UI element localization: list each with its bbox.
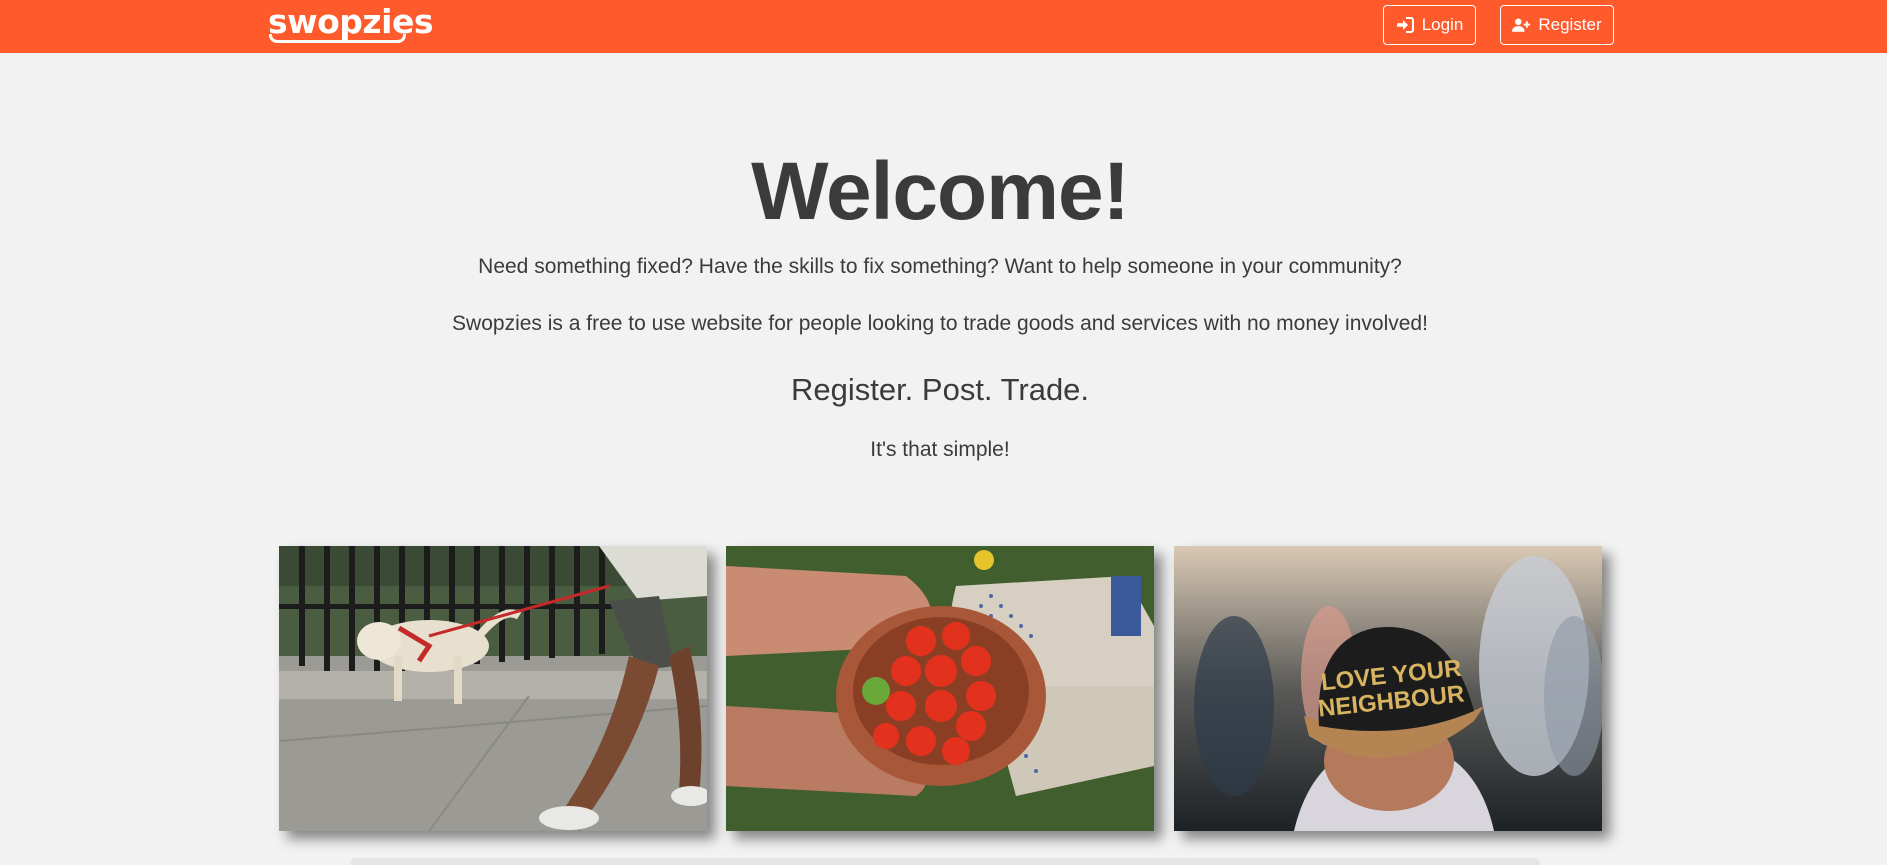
logo-smile-underline <box>269 34 406 43</box>
register-button[interactable]: Register <box>1500 5 1614 45</box>
intro-question-text: Need something fixed? Have the skills to… <box>478 255 1402 278</box>
login-button[interactable]: Login <box>1383 5 1476 45</box>
tomatoes-bowl-photo <box>726 546 1154 831</box>
content-card-edge <box>350 858 1540 865</box>
love-your-neighbour-photo: LOVE YOUR NEIGHBOUR <box>1174 546 1602 831</box>
user-plus-icon <box>1512 17 1531 33</box>
top-navbar: swopzies Login Register <box>0 0 1887 53</box>
slogan-text: Register. Post. Trade. <box>790 372 1090 407</box>
register-label: Register <box>1538 15 1602 34</box>
welcome-heading: Welcome! <box>751 146 1130 237</box>
login-label: Login <box>1421 15 1464 34</box>
subslogan-text: It's that simple! <box>870 438 1010 461</box>
sign-in-icon <box>1396 17 1414 33</box>
dog-walking-photo <box>279 546 707 831</box>
intro-description-text: Swopzies is a free to use website for pe… <box>452 312 1428 335</box>
